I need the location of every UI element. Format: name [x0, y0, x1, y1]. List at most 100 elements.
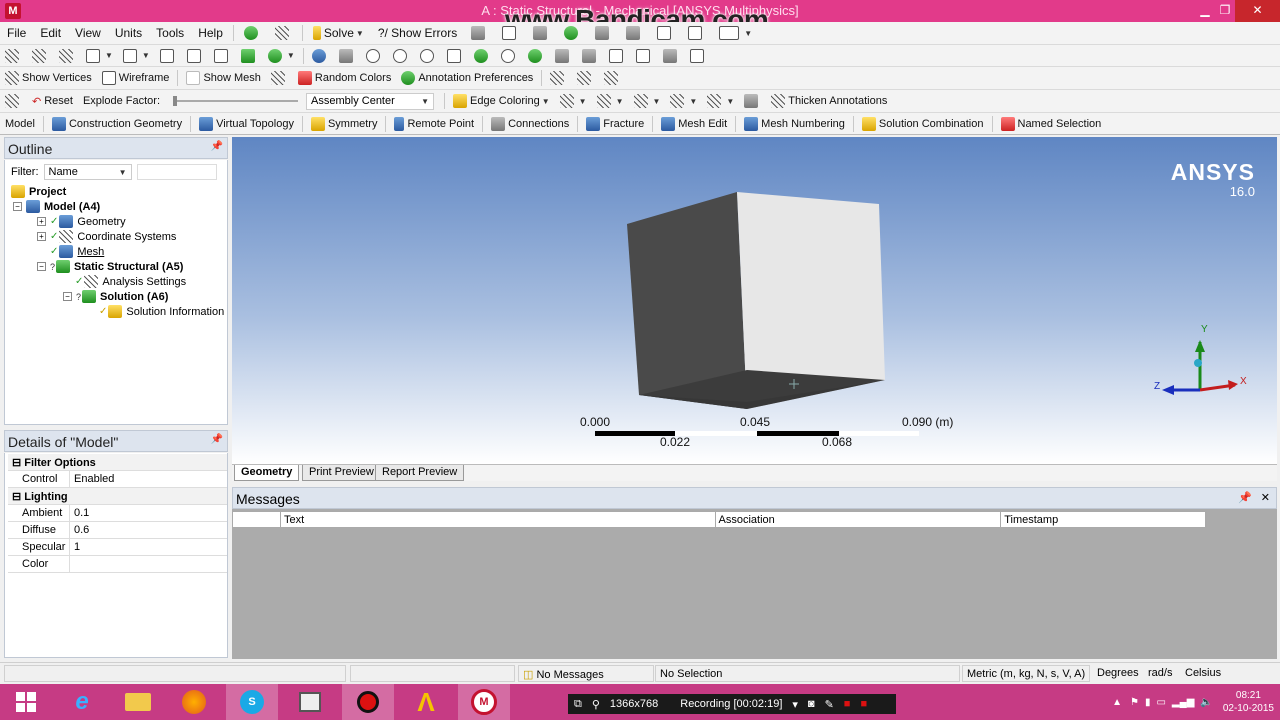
collapse-icon[interactable]: ⊟: [12, 457, 24, 469]
workbench-icon[interactable]: [284, 684, 336, 720]
column-header-association[interactable]: Association: [716, 512, 1002, 527]
extend-icon[interactable]: ▼: [263, 47, 300, 65]
expand-icon[interactable]: +: [37, 232, 46, 241]
edge-style-5-icon[interactable]: ▼: [702, 92, 739, 110]
tree-item-project[interactable]: Project: [11, 184, 66, 199]
remote-point-button[interactable]: Remote Point: [389, 115, 479, 133]
flag-icon[interactable]: ⚑: [1130, 697, 1139, 708]
select-edge-icon[interactable]: [182, 47, 209, 65]
close-icon[interactable]: ✕: [1261, 492, 1270, 504]
column-header-text[interactable]: Text: [281, 512, 716, 527]
property-value[interactable]: [70, 556, 74, 572]
edge-thick-icon[interactable]: [739, 92, 766, 110]
tree-item-coordinate-systems[interactable]: + ✓ Coordinate Systems: [37, 229, 176, 244]
tray-expand-icon[interactable]: ▲: [1112, 697, 1122, 708]
symmetry-button[interactable]: Symmetry: [306, 115, 383, 133]
edge-style-4-icon[interactable]: ▼: [665, 92, 702, 110]
wireframe-button[interactable]: Wireframe: [97, 69, 175, 87]
menu-tools[interactable]: Tools: [149, 24, 191, 42]
battery-icon[interactable]: ▮: [1145, 697, 1151, 708]
details-row-specular[interactable]: Specular 1: [8, 539, 227, 556]
property-value[interactable]: 0.6: [70, 522, 89, 538]
tree-item-solution-information[interactable]: ✓ Solution Information: [99, 304, 224, 319]
details-row-color[interactable]: Color: [8, 556, 227, 573]
details-group-filter-options[interactable]: ⊟ Filter Options: [8, 454, 227, 471]
random-colors-button[interactable]: Random Colors: [293, 69, 396, 87]
explode-factor-slider[interactable]: [173, 96, 299, 106]
tree-item-mesh[interactable]: ✓ Mesh: [50, 244, 104, 259]
zoom-icon[interactable]: [361, 47, 388, 65]
tree-item-static-structural[interactable]: − ? Static Structural (A5): [37, 259, 183, 274]
select-body-icon[interactable]: [236, 47, 263, 65]
select-vertex-icon[interactable]: [155, 47, 182, 65]
tab-geometry[interactable]: Geometry: [234, 465, 300, 481]
show-vertices-button[interactable]: Show Vertices: [0, 69, 97, 87]
grid-icon[interactable]: [650, 24, 681, 42]
zoom-box-icon[interactable]: [388, 47, 415, 65]
image-icon[interactable]: [557, 24, 588, 42]
clock[interactable]: 08:21 02-10-2015: [1223, 689, 1274, 715]
annotation-preferences-button[interactable]: Annotation Preferences: [396, 69, 538, 87]
stop-icon[interactable]: ■: [860, 698, 867, 710]
tree-item-solution[interactable]: − ? Solution (A6): [63, 289, 168, 304]
pointer-icon[interactable]: ▼: [118, 47, 155, 65]
virtual-topology-button[interactable]: Virtual Topology: [194, 115, 299, 133]
reset-button[interactable]: ↶ Reset: [27, 92, 78, 110]
tree-item-analysis-settings[interactable]: ✓ Analysis Settings: [75, 274, 186, 289]
details-row-diffuse[interactable]: Diffuse 0.6: [8, 522, 227, 539]
pin-icon[interactable]: 📌: [211, 434, 223, 445]
camera-icon[interactable]: [526, 24, 557, 42]
internet-explorer-icon[interactable]: e: [56, 684, 108, 720]
report-icon[interactable]: [619, 24, 650, 42]
expand-icon[interactable]: +: [37, 217, 46, 226]
show-errors-button[interactable]: ?/ Show Errors: [371, 24, 464, 42]
next-view-icon[interactable]: [550, 47, 577, 65]
hide-icon[interactable]: [658, 47, 685, 65]
face-select-icon[interactable]: [54, 47, 81, 65]
window-mode-icon[interactable]: ⧉: [574, 698, 582, 711]
file-explorer-icon[interactable]: [112, 684, 164, 720]
connections-button[interactable]: Connections: [486, 115, 574, 133]
mesh-edit-button[interactable]: Mesh Edit: [656, 115, 732, 133]
status-messages[interactable]: ◫ No Messages: [518, 665, 654, 682]
details-row-ambient[interactable]: Ambient 0.1: [8, 505, 227, 522]
body-select-icon[interactable]: ▼: [81, 47, 118, 65]
pin-icon[interactable]: 📌: [211, 141, 223, 152]
vertex-select-icon[interactable]: [0, 47, 27, 65]
coordinate-triad[interactable]: Y X Z: [1154, 324, 1247, 395]
edge-style-2-icon[interactable]: ▼: [592, 92, 629, 110]
solve-button[interactable]: Solve ▼: [306, 24, 371, 42]
viewport-layout-icon[interactable]: ▼: [712, 24, 759, 42]
edge-select-icon[interactable]: [27, 47, 54, 65]
edge-style-1-icon[interactable]: ▼: [555, 92, 592, 110]
bandicam-icon[interactable]: [342, 684, 394, 720]
table-icon[interactable]: [464, 24, 495, 42]
update-icon[interactable]: [237, 24, 268, 42]
tree-item-geometry[interactable]: + ✓ Geometry: [37, 214, 126, 229]
mechanical-icon[interactable]: M: [458, 684, 510, 720]
collapse-icon[interactable]: ⊟: [12, 491, 24, 503]
edge-style-3-icon[interactable]: ▼: [629, 92, 666, 110]
fracture-button[interactable]: Fracture: [581, 115, 649, 133]
thicken-annotations-button[interactable]: Thicken Annotations: [766, 92, 892, 110]
menu-edit[interactable]: Edit: [33, 24, 68, 42]
collapse-icon[interactable]: −: [37, 262, 46, 271]
pin-icon[interactable]: 📌: [1238, 492, 1252, 504]
firefox-icon[interactable]: [168, 684, 220, 720]
property-value[interactable]: Enabled: [70, 471, 114, 487]
previous-view-icon[interactable]: [523, 47, 550, 65]
chart-icon[interactable]: [495, 24, 526, 42]
chevron-down-icon[interactable]: ▾: [792, 698, 798, 711]
volume-icon[interactable]: 🔈: [1200, 697, 1212, 708]
zoom-fit-icon[interactable]: [415, 47, 442, 65]
pencil-icon[interactable]: ✎: [825, 698, 834, 711]
menu-view[interactable]: View: [68, 24, 108, 42]
explode-icon[interactable]: [0, 92, 27, 110]
details-group-lighting[interactable]: ⊟ Lighting: [8, 488, 227, 505]
zoom-out-icon[interactable]: [496, 47, 523, 65]
network-icon[interactable]: ▂▄▆: [1172, 697, 1194, 708]
dimension-z-icon[interactable]: [599, 69, 626, 87]
layout-icon[interactable]: [681, 24, 712, 42]
status-angle[interactable]: Degrees: [1093, 665, 1141, 682]
worksheet-icon[interactable]: [685, 47, 712, 65]
